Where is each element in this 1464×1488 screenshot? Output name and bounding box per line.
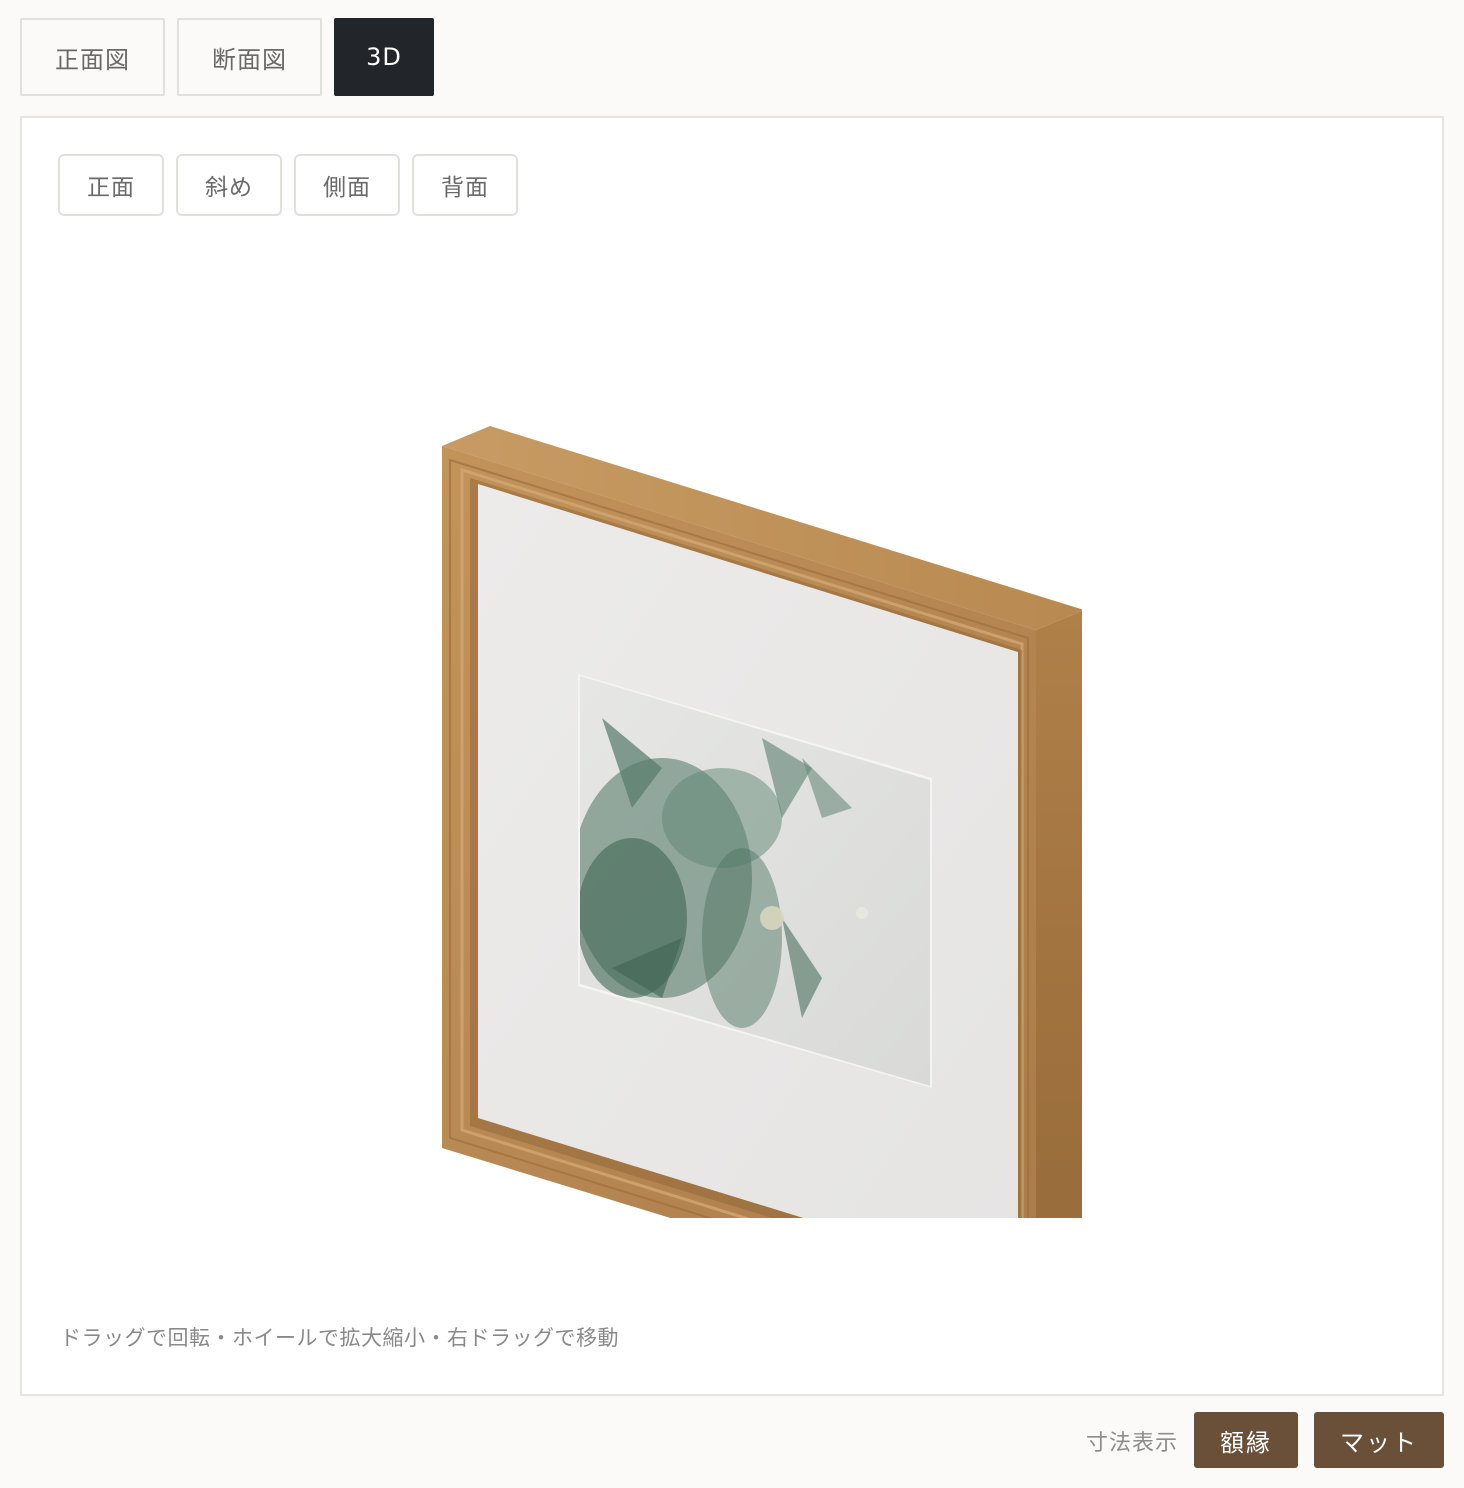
angle-back-button[interactable]: 背面 [412,154,518,216]
angle-oblique-button[interactable]: 斜め [176,154,282,216]
tab-front-view[interactable]: 正面図 [20,18,165,96]
frame-side-edge [1036,610,1082,1218]
angle-side-button[interactable]: 側面 [294,154,400,216]
3d-canvas[interactable] [402,298,1082,1218]
viewer-hint: ドラッグで回転・ホイールで拡大縮小・右ドラッグで移動 [60,1326,619,1350]
dimension-display-label: 寸法表示 [1085,1431,1178,1456]
3d-viewer-panel: 正面 斜め 側面 背面 ドラッグで回転・ホイールで拡大縮小・右ドラッグで移動 [20,116,1444,1396]
mat-dimension-button[interactable]: マット [1314,1412,1444,1468]
tab-section-view[interactable]: 断面図 [177,18,322,96]
angle-front-button[interactable]: 正面 [58,154,164,216]
tab-3d-view[interactable]: 3D [334,18,434,96]
frame-dimension-button[interactable]: 額縁 [1194,1412,1298,1468]
